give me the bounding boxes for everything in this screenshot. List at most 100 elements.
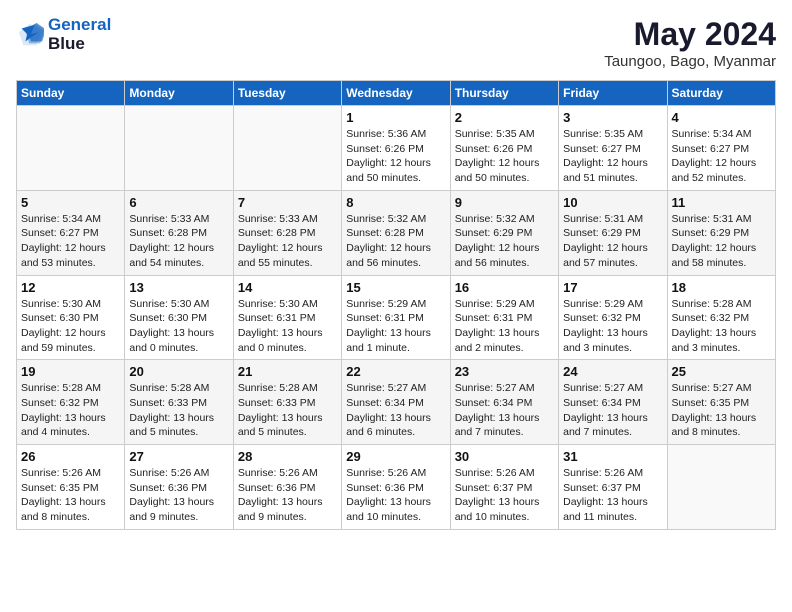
calendar-cell: 8 Sunrise: 5:32 AM Sunset: 6:28 PM Daylig… (342, 190, 450, 275)
calendar-cell: 10Sunrise: 5:31 AM Sunset: 6:29 PM Dayli… (559, 190, 667, 275)
day-info: Sunrise: 5:34 AM Sunset: 6:27 PM Dayligh… (21, 212, 120, 271)
calendar-cell: 11 Sunrise: 5:31 AM Sunset: 6:29 PM Dayli… (667, 190, 775, 275)
calendar-cell: 27Sunrise: 5:26 AM Sunset: 6:36 PM Dayli… (125, 445, 233, 530)
logo: General Blue (16, 16, 111, 53)
day-number: 20 (129, 364, 228, 379)
day-info: Sunrise: 5:33 AM Sunset: 6:28 PM Dayligh… (238, 212, 337, 271)
day-number: 9 (455, 195, 554, 210)
day-number: 21 (238, 364, 337, 379)
day-info: Sunrise: 5:28 AM Sunset: 6:32 PM Dayligh… (21, 381, 120, 440)
day-info: Sunrise: 5:32 AM Sunset: 6:29 PM Dayligh… (455, 212, 554, 271)
calendar-cell: 28Sunrise: 5:26 AM Sunset: 6:36 PM Dayli… (233, 445, 341, 530)
page-header: General Blue May 2024 Taungoo, Bago, Mya… (16, 16, 776, 70)
logo-icon (16, 21, 44, 49)
day-number: 4 (672, 110, 771, 125)
calendar-cell: 3 Sunrise: 5:35 AM Sunset: 6:27 PM Daylig… (559, 106, 667, 191)
day-info: Sunrise: 5:27 AM Sunset: 6:34 PM Dayligh… (346, 381, 445, 440)
weekday-header: Wednesday (342, 81, 450, 106)
day-number: 14 (238, 280, 337, 295)
day-info: Sunrise: 5:26 AM Sunset: 6:36 PM Dayligh… (346, 466, 445, 525)
day-info: Sunrise: 5:27 AM Sunset: 6:34 PM Dayligh… (455, 381, 554, 440)
calendar-cell: 29 Sunrise: 5:26 AM Sunset: 6:36 PM Dayli… (342, 445, 450, 530)
day-info: Sunrise: 5:33 AM Sunset: 6:28 PM Dayligh… (129, 212, 228, 271)
day-info: Sunrise: 5:29 AM Sunset: 6:31 PM Dayligh… (455, 297, 554, 356)
calendar-cell: 7 Sunrise: 5:33 AM Sunset: 6:28 PM Daylig… (233, 190, 341, 275)
day-number: 22 (346, 364, 445, 379)
logo-text: General Blue (48, 16, 111, 53)
day-info: Sunrise: 5:36 AM Sunset: 6:26 PM Dayligh… (346, 127, 445, 186)
day-number: 28 (238, 449, 337, 464)
calendar-cell: 31 Sunrise: 5:26 AM Sunset: 6:37 PM Dayli… (559, 445, 667, 530)
day-number: 6 (129, 195, 228, 210)
calendar-cell: 26 Sunrise: 5:26 AM Sunset: 6:35 PM Dayli… (17, 445, 125, 530)
day-info: Sunrise: 5:31 AM Sunset: 6:29 PM Dayligh… (672, 212, 771, 271)
day-number: 8 (346, 195, 445, 210)
day-number: 27 (129, 449, 228, 464)
day-number: 16 (455, 280, 554, 295)
calendar-cell: 12 Sunrise: 5:30 AM Sunset: 6:30 PM Dayli… (17, 275, 125, 360)
day-info: Sunrise: 5:28 AM Sunset: 6:33 PM Dayligh… (129, 381, 228, 440)
calendar-cell: 25 Sunrise: 5:27 AM Sunset: 6:35 PM Dayli… (667, 360, 775, 445)
day-number: 10 (563, 195, 662, 210)
day-info: Sunrise: 5:28 AM Sunset: 6:32 PM Dayligh… (672, 297, 771, 356)
day-number: 13 (129, 280, 228, 295)
day-number: 23 (455, 364, 554, 379)
day-info: Sunrise: 5:35 AM Sunset: 6:26 PM Dayligh… (455, 127, 554, 186)
calendar-cell: 4 Sunrise: 5:34 AM Sunset: 6:27 PM Daylig… (667, 106, 775, 191)
day-number: 25 (672, 364, 771, 379)
calendar-cell: 5 Sunrise: 5:34 AM Sunset: 6:27 PM Daylig… (17, 190, 125, 275)
day-number: 17 (563, 280, 662, 295)
day-number: 15 (346, 280, 445, 295)
month-year: May 2024 (604, 16, 776, 53)
day-number: 31 (563, 449, 662, 464)
day-number: 18 (672, 280, 771, 295)
calendar-cell: 23 Sunrise: 5:27 AM Sunset: 6:34 PM Dayli… (450, 360, 558, 445)
calendar-cell: 30 Sunrise: 5:26 AM Sunset: 6:37 PM Dayli… (450, 445, 558, 530)
calendar-cell (667, 445, 775, 530)
day-info: Sunrise: 5:26 AM Sunset: 6:37 PM Dayligh… (455, 466, 554, 525)
calendar-cell: 1Sunrise: 5:36 AM Sunset: 6:26 PM Daylig… (342, 106, 450, 191)
calendar-cell: 18 Sunrise: 5:28 AM Sunset: 6:32 PM Dayli… (667, 275, 775, 360)
weekday-header: Monday (125, 81, 233, 106)
day-number: 3 (563, 110, 662, 125)
day-info: Sunrise: 5:27 AM Sunset: 6:35 PM Dayligh… (672, 381, 771, 440)
calendar-cell: 24 Sunrise: 5:27 AM Sunset: 6:34 PM Dayli… (559, 360, 667, 445)
day-info: Sunrise: 5:28 AM Sunset: 6:33 PM Dayligh… (238, 381, 337, 440)
calendar-cell: 13 Sunrise: 5:30 AM Sunset: 6:30 PM Dayli… (125, 275, 233, 360)
day-info: Sunrise: 5:30 AM Sunset: 6:31 PM Dayligh… (238, 297, 337, 356)
day-info: Sunrise: 5:30 AM Sunset: 6:30 PM Dayligh… (129, 297, 228, 356)
weekday-header: Friday (559, 81, 667, 106)
day-info: Sunrise: 5:35 AM Sunset: 6:27 PM Dayligh… (563, 127, 662, 186)
calendar-cell: 19 Sunrise: 5:28 AM Sunset: 6:32 PM Dayli… (17, 360, 125, 445)
location: Taungoo, Bago, Myanmar (604, 53, 776, 70)
calendar-table: SundayMondayTuesdayWednesdayThursdayFrid… (16, 80, 776, 530)
day-number: 7 (238, 195, 337, 210)
calendar-cell: 17 Sunrise: 5:29 AM Sunset: 6:32 PM Dayli… (559, 275, 667, 360)
calendar-cell: 6 Sunrise: 5:33 AM Sunset: 6:28 PM Daylig… (125, 190, 233, 275)
day-info: Sunrise: 5:30 AM Sunset: 6:30 PM Dayligh… (21, 297, 120, 356)
weekday-header: Saturday (667, 81, 775, 106)
day-number: 11 (672, 195, 771, 210)
calendar-cell (17, 106, 125, 191)
day-info: Sunrise: 5:29 AM Sunset: 6:31 PM Dayligh… (346, 297, 445, 356)
day-info: Sunrise: 5:32 AM Sunset: 6:28 PM Dayligh… (346, 212, 445, 271)
weekday-header: Tuesday (233, 81, 341, 106)
day-info: Sunrise: 5:26 AM Sunset: 6:35 PM Dayligh… (21, 466, 120, 525)
day-number: 26 (21, 449, 120, 464)
calendar-cell: 22 Sunrise: 5:27 AM Sunset: 6:34 PM Dayli… (342, 360, 450, 445)
calendar-cell: 2Sunrise: 5:35 AM Sunset: 6:26 PM Daylig… (450, 106, 558, 191)
day-number: 24 (563, 364, 662, 379)
day-info: Sunrise: 5:34 AM Sunset: 6:27 PM Dayligh… (672, 127, 771, 186)
day-number: 5 (21, 195, 120, 210)
weekday-header: Thursday (450, 81, 558, 106)
day-info: Sunrise: 5:27 AM Sunset: 6:34 PM Dayligh… (563, 381, 662, 440)
day-number: 30 (455, 449, 554, 464)
day-number: 19 (21, 364, 120, 379)
day-info: Sunrise: 5:29 AM Sunset: 6:32 PM Dayligh… (563, 297, 662, 356)
day-number: 12 (21, 280, 120, 295)
calendar-cell (125, 106, 233, 191)
day-number: 29 (346, 449, 445, 464)
calendar-cell: 14 Sunrise: 5:30 AM Sunset: 6:31 PM Dayli… (233, 275, 341, 360)
day-info: Sunrise: 5:26 AM Sunset: 6:37 PM Dayligh… (563, 466, 662, 525)
title-block: May 2024 Taungoo, Bago, Myanmar (604, 16, 776, 70)
